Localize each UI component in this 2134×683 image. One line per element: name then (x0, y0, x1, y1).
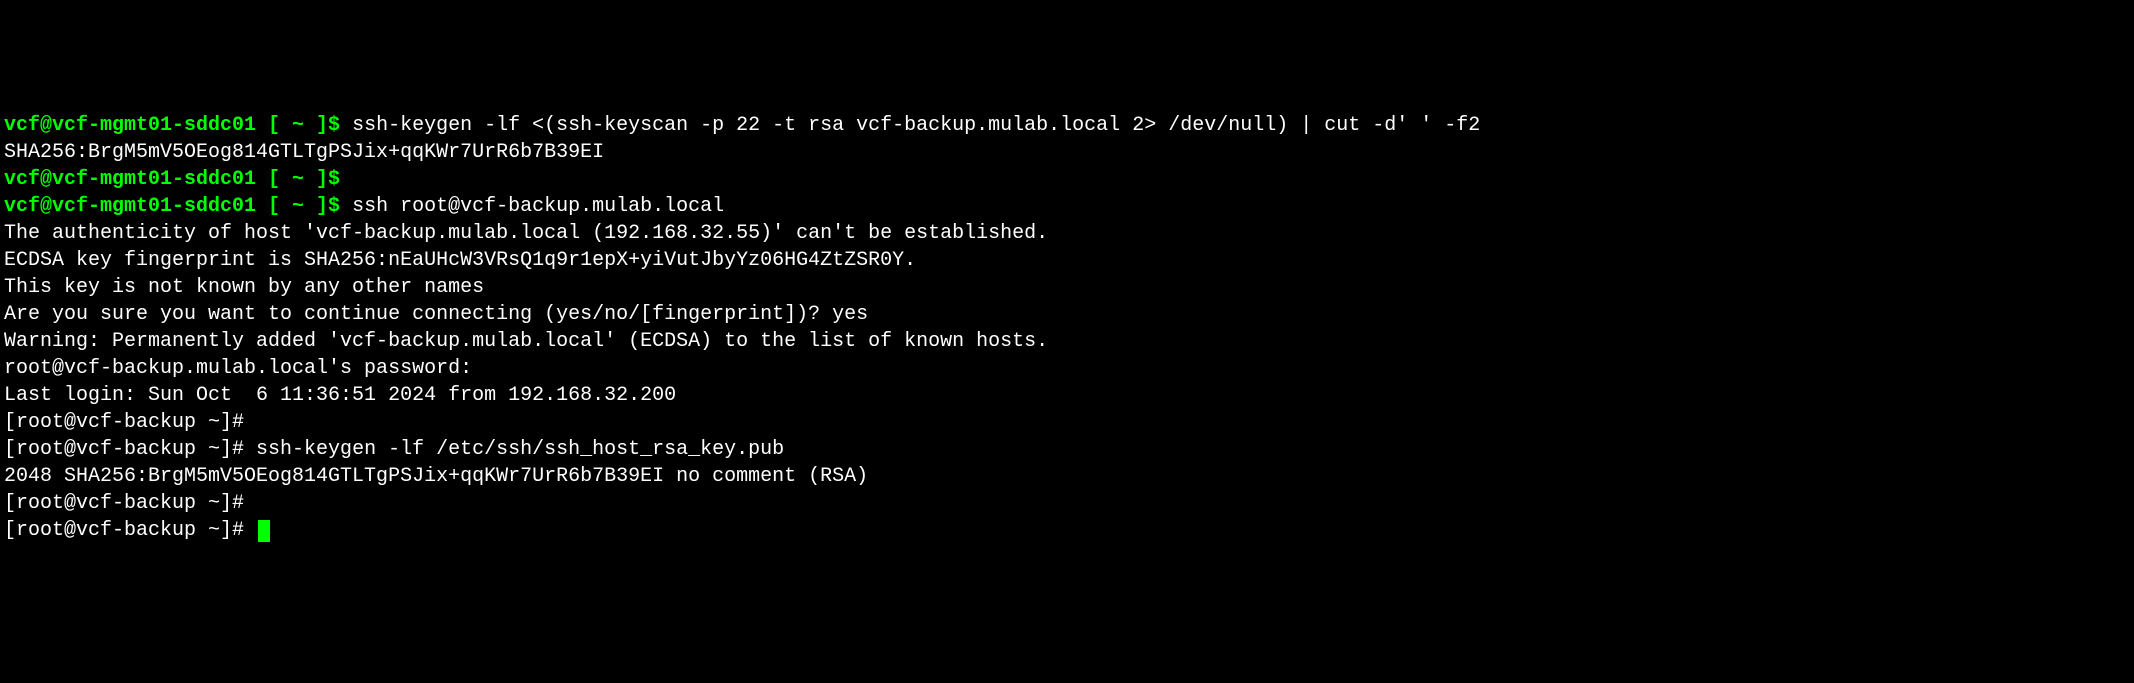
terminal-line: 2048 SHA256:BrgM5mV5OEog814GTLTgPSJix+qq… (4, 463, 2130, 490)
root-prompt: [root@vcf-backup ~]# (4, 519, 256, 542)
root-prompt: [root@vcf-backup ~]# (4, 492, 256, 515)
terminal-line: Last login: Sun Oct 6 11:36:51 2024 from… (4, 382, 2130, 409)
output-text: ECDSA key fingerprint is SHA256:nEaUHcW3… (4, 249, 916, 272)
output-text: Are you sure you want to continue connec… (4, 303, 868, 326)
terminal-line: vcf@vcf-mgmt01-sddc01 [ ~ ]$ (4, 166, 2130, 193)
prompt-user-host: vcf@vcf-mgmt01-sddc01 (4, 195, 256, 218)
output-text: This key is not known by any other names (4, 276, 484, 299)
terminal-line: SHA256:BrgM5mV5OEog814GTLTgPSJix+qqKWr7U… (4, 139, 2130, 166)
terminal-line: Are you sure you want to continue connec… (4, 301, 2130, 328)
terminal-line: This key is not known by any other names (4, 274, 2130, 301)
terminal-line: [root@vcf-backup ~]# (4, 490, 2130, 517)
prompt-path-bracket: [ ~ ]$ (256, 114, 352, 137)
root-prompt: [root@vcf-backup ~]# (4, 438, 256, 461)
terminal-line: Warning: Permanently added 'vcf-backup.m… (4, 328, 2130, 355)
terminal-line: root@vcf-backup.mulab.local's password: (4, 355, 2130, 382)
terminal-line: [root@vcf-backup ~]# ssh-keygen -lf /etc… (4, 436, 2130, 463)
prompt-path-bracket: [ ~ ]$ (256, 195, 352, 218)
cursor-icon (258, 520, 270, 542)
command-text: ssh-keygen -lf <(ssh-keyscan -p 22 -t rs… (352, 114, 1480, 137)
root-prompt: [root@vcf-backup ~]# (4, 411, 256, 434)
command-text: ssh root@vcf-backup.mulab.local (352, 195, 724, 218)
prompt-path-bracket: [ ~ ]$ (256, 168, 352, 191)
prompt-user-host: vcf@vcf-mgmt01-sddc01 (4, 168, 256, 191)
output-text: 2048 SHA256:BrgM5mV5OEog814GTLTgPSJix+qq… (4, 465, 868, 488)
output-text: The authenticity of host 'vcf-backup.mul… (4, 222, 1048, 245)
terminal-line: The authenticity of host 'vcf-backup.mul… (4, 220, 2130, 247)
terminal-output[interactable]: vcf@vcf-mgmt01-sddc01 [ ~ ]$ ssh-keygen … (4, 112, 2130, 544)
terminal-line: ECDSA key fingerprint is SHA256:nEaUHcW3… (4, 247, 2130, 274)
terminal-line: [root@vcf-backup ~]# (4, 409, 2130, 436)
prompt-user-host: vcf@vcf-mgmt01-sddc01 (4, 114, 256, 137)
output-text: Warning: Permanently added 'vcf-backup.m… (4, 330, 1048, 353)
command-text: ssh-keygen -lf /etc/ssh/ssh_host_rsa_key… (256, 438, 784, 461)
terminal-line: vcf@vcf-mgmt01-sddc01 [ ~ ]$ ssh-keygen … (4, 112, 2130, 139)
output-text: root@vcf-backup.mulab.local's password: (4, 357, 472, 380)
terminal-line: vcf@vcf-mgmt01-sddc01 [ ~ ]$ ssh root@vc… (4, 193, 2130, 220)
output-text: SHA256:BrgM5mV5OEog814GTLTgPSJix+qqKWr7U… (4, 141, 604, 164)
output-text: Last login: Sun Oct 6 11:36:51 2024 from… (4, 384, 676, 407)
terminal-line: [root@vcf-backup ~]# (4, 517, 2130, 544)
